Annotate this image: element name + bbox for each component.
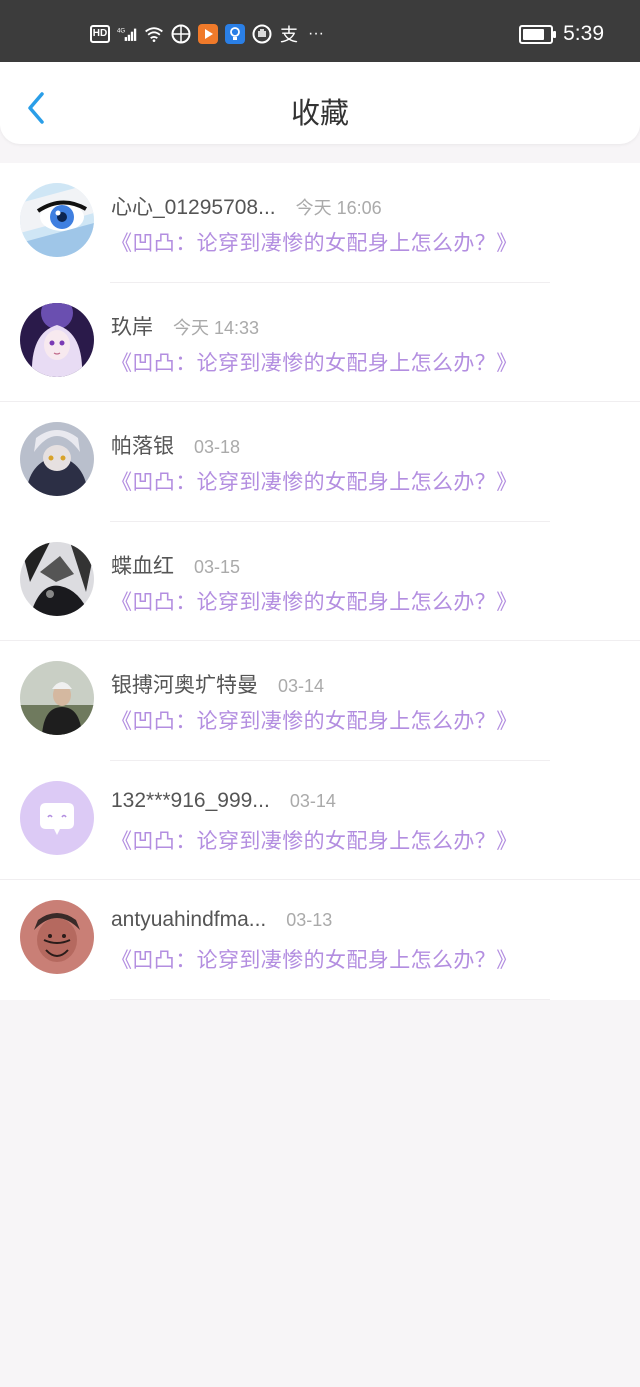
- work-title[interactable]: 《凹凸：论穿到凄惨的女配身上怎么办？》: [111, 825, 518, 855]
- hd-badge: HD: [90, 25, 110, 43]
- work-title[interactable]: 《凹凸：论穿到凄惨的女配身上怎么办？》: [111, 466, 518, 496]
- more-notifications-icon: ···: [308, 25, 324, 42]
- status-time: 5:39: [563, 22, 604, 45]
- divider: [110, 998, 550, 1000]
- list-item[interactable]: 玖岸 今天 14:33 《凹凸：论穿到凄惨的女配身上怎么办？》: [0, 283, 640, 402]
- avatar[interactable]: [20, 183, 94, 257]
- user-name[interactable]: antyuahindfma...: [111, 908, 266, 932]
- list-item[interactable]: 帕落银 03-18 《凹凸：论穿到凄惨的女配身上怎么办？》: [0, 402, 640, 522]
- user-name[interactable]: 帕落银: [111, 430, 174, 460]
- list-item[interactable]: antyuahindfma... 03-13 《凹凸：论穿到凄惨的女配身上怎么办…: [0, 880, 640, 1000]
- avatar[interactable]: [20, 302, 94, 377]
- user-name[interactable]: 银搏河奥圹特曼: [111, 669, 258, 699]
- avatar[interactable]: [20, 900, 94, 974]
- user-name[interactable]: 蝶血红: [111, 550, 174, 580]
- video-app-icon: [198, 24, 218, 44]
- work-title[interactable]: 《凹凸：论穿到凄惨的女配身上怎么办？》: [111, 347, 518, 377]
- avatar[interactable]: [20, 541, 94, 616]
- timestamp: 今天 16:06: [295, 198, 382, 218]
- work-title[interactable]: 《凹凸：论穿到凄惨的女配身上怎么办？》: [111, 944, 518, 974]
- user-name[interactable]: 玖岸: [111, 311, 153, 341]
- avatar[interactable]: [20, 422, 94, 496]
- wifi-icon: [144, 24, 164, 44]
- signal-label: 4G: [117, 27, 125, 34]
- work-title[interactable]: 《凹凸：论穿到凄惨的女配身上怎么办？》: [111, 586, 518, 616]
- timestamp: 03-15: [194, 556, 241, 577]
- status-icons: HD 4G 支 ···: [90, 24, 326, 45]
- hand-icon: [252, 24, 272, 44]
- favorites-list: 心心_01295708... 今天 16:06 《凹凸：论穿到凄惨的女配身上怎么…: [0, 163, 640, 1000]
- bulb-app-icon: [225, 24, 245, 44]
- default-avatar-icon[interactable]: [20, 780, 94, 855]
- list-item[interactable]: 132***916_999... 03-14 《凹凸：论穿到凄惨的女配身上怎么办…: [0, 761, 640, 880]
- nav-header: 收藏: [0, 62, 640, 144]
- work-title[interactable]: 《凹凸：论穿到凄惨的女配身上怎么办？》: [111, 227, 518, 257]
- avatar[interactable]: [20, 661, 94, 735]
- list-item[interactable]: 心心_01295708... 今天 16:06 《凹凸：论穿到凄惨的女配身上怎么…: [0, 163, 640, 283]
- list-item[interactable]: 银搏河奥圹特曼 03-14 《凹凸：论穿到凄惨的女配身上怎么办？》: [0, 641, 640, 761]
- battery-icon: [519, 24, 557, 44]
- battery-level: [523, 28, 545, 40]
- timestamp: 03-14: [278, 676, 325, 696]
- user-name[interactable]: 心心_01295708...: [111, 191, 276, 221]
- page-title: 收藏: [290, 98, 349, 130]
- timestamp: 今天 14:33: [173, 317, 260, 338]
- list-item[interactable]: 蝶血红 03-15 《凹凸：论穿到凄惨的女配身上怎么办？》: [0, 522, 640, 641]
- status-bar: HD 4G 支 ··· 5:39: [0, 0, 640, 62]
- work-title[interactable]: 《凹凸：论穿到凄惨的女配身上怎么办？》: [111, 705, 518, 735]
- timestamp: 03-18: [194, 437, 241, 457]
- timestamp: 03-13: [286, 910, 333, 930]
- app-icon-ball: [171, 24, 191, 44]
- user-name[interactable]: 132***916_999...: [111, 789, 270, 813]
- alipay-icon: 支: [280, 25, 298, 45]
- timestamp: 03-14: [289, 790, 336, 811]
- signal-icon: 4G: [117, 24, 137, 44]
